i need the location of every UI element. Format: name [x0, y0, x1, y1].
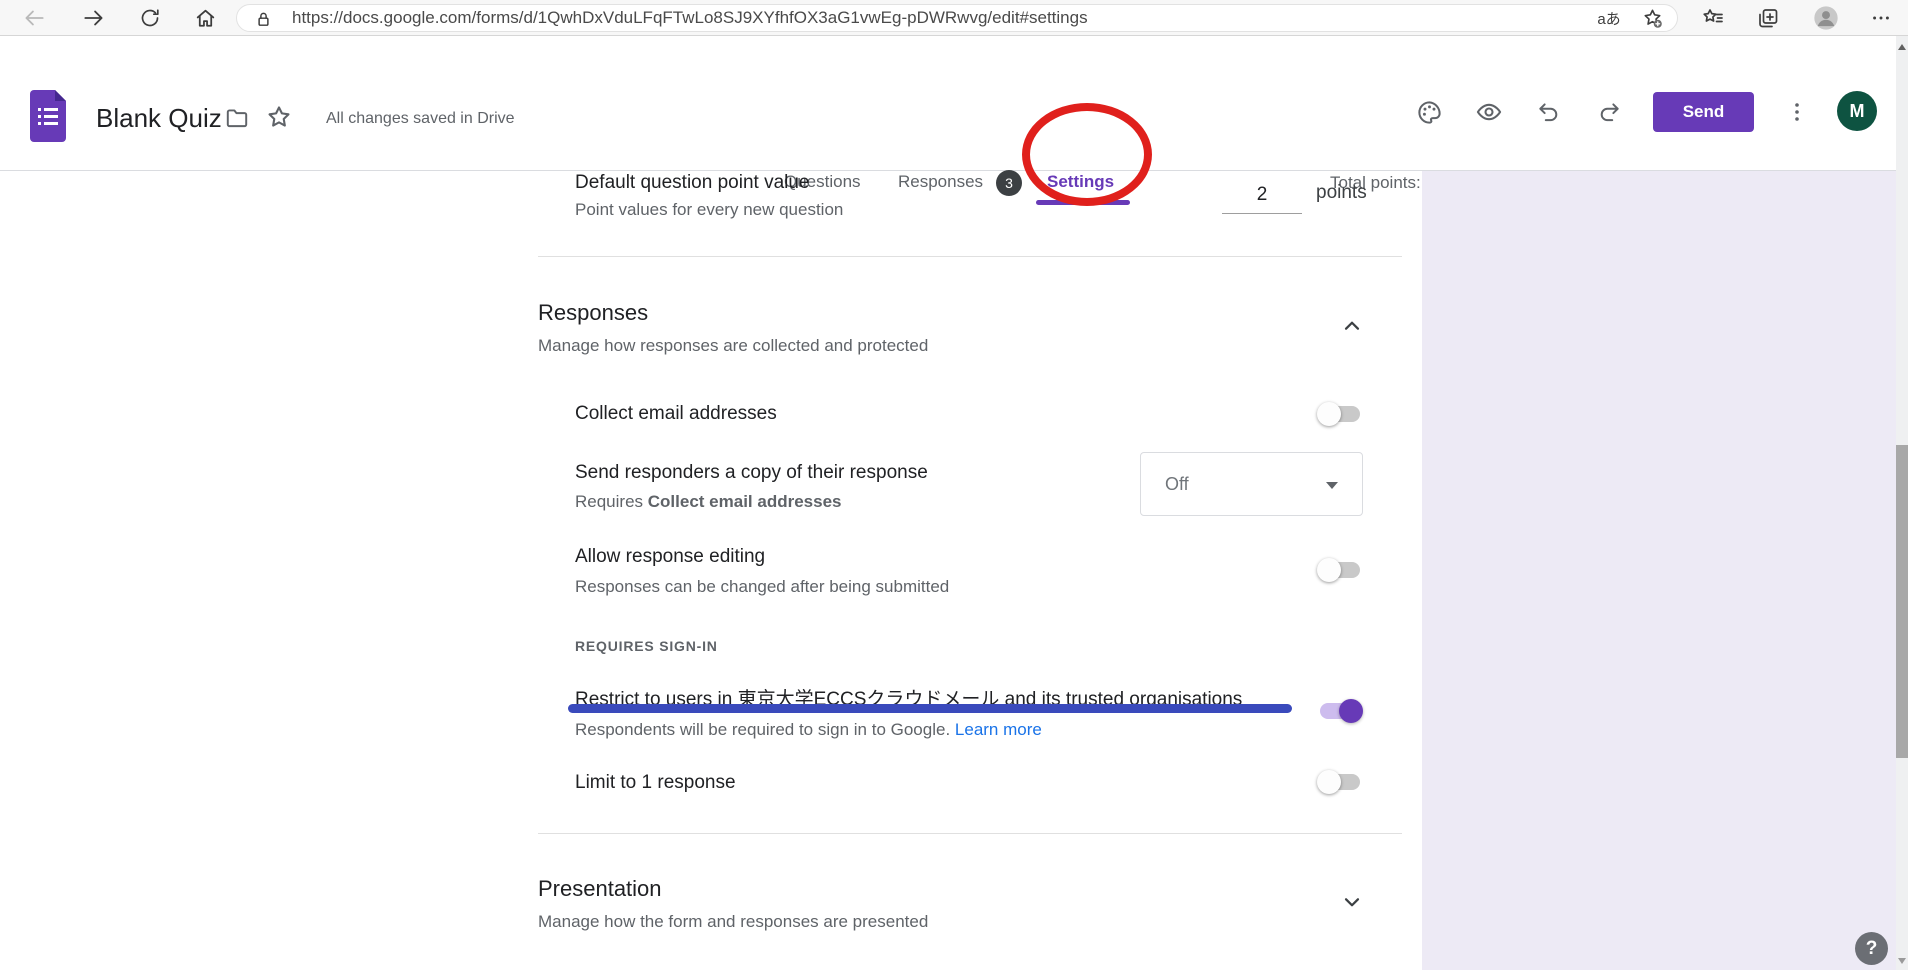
browser-add-favorite-button[interactable] — [1637, 3, 1667, 33]
collections-icon — [1756, 6, 1780, 30]
browser-toolbar: https://docs.google.com/forms/d/1QwhDxVd… — [0, 0, 1908, 36]
default-points-title: Default question point value — [575, 172, 810, 194]
document-title[interactable]: Blank Quiz — [96, 103, 222, 134]
favorites-list-icon — [1701, 6, 1725, 30]
star-form-button[interactable] — [264, 102, 294, 132]
points-value-input[interactable]: 2 — [1222, 178, 1302, 214]
kebab-menu-icon — [1785, 100, 1809, 124]
url-text[interactable]: https://docs.google.com/forms/d/1QwhDxVd… — [292, 8, 1088, 28]
lock-icon — [253, 9, 274, 30]
limit-one-toggle[interactable] — [1320, 774, 1360, 790]
default-points-subtitle: Point values for every new question — [575, 200, 843, 220]
tab-settings[interactable]: Settings — [1047, 172, 1114, 192]
expand-presentation-button[interactable] — [1339, 889, 1365, 915]
star-plus-icon — [1641, 7, 1664, 30]
background-panel — [1422, 171, 1896, 970]
folder-icon — [224, 105, 250, 131]
browser-profile-button[interactable] — [1811, 3, 1841, 33]
preview-button[interactable] — [1474, 97, 1504, 127]
settings-tab-underline — [1036, 200, 1130, 205]
profile-icon — [1812, 4, 1840, 32]
eye-icon — [1475, 98, 1503, 126]
move-to-folder-button[interactable] — [222, 103, 252, 133]
tab-responses[interactable]: Responses — [898, 172, 983, 192]
scroll-down-arrow-icon[interactable] — [1898, 958, 1906, 964]
requires-bold-text: Collect email addresses — [648, 492, 842, 511]
save-status-text: All changes saved in Drive — [326, 110, 515, 128]
star-icon — [265, 103, 293, 131]
dropdown-selected-value: Off — [1165, 474, 1189, 495]
points-unit-label: points — [1316, 182, 1367, 204]
more-options-button[interactable] — [1782, 97, 1812, 127]
presentation-section-subtitle: Manage how the form and responses are pr… — [538, 912, 928, 932]
chevron-up-icon — [1339, 313, 1365, 339]
undo-icon — [1536, 99, 1562, 125]
screen: https://docs.google.com/forms/d/1QwhDxVd… — [0, 0, 1908, 970]
scroll-up-arrow-icon[interactable] — [1898, 44, 1906, 50]
customize-theme-button[interactable] — [1414, 97, 1444, 127]
browser-refresh-button[interactable] — [135, 3, 165, 33]
restrict-users-title: Restrict to users in 東京大学ECCSクラウドメール and… — [575, 684, 1242, 711]
home-icon — [193, 6, 218, 31]
vertical-scrollbar[interactable] — [1896, 36, 1908, 970]
allow-editing-subtitle: Responses can be changed after being sub… — [575, 577, 949, 597]
refresh-icon — [138, 6, 162, 30]
browser-translate-button[interactable]: aあ — [1594, 3, 1624, 33]
redo-button[interactable] — [1594, 97, 1624, 127]
requires-signin-label: REQUIRES SIGN-IN — [575, 638, 718, 654]
back-arrow-icon — [21, 5, 47, 31]
translate-icon: aあ — [1597, 8, 1620, 29]
responses-section-subtitle: Manage how responses are collected and p… — [538, 336, 928, 356]
send-copy-dropdown[interactable]: Off — [1140, 452, 1363, 516]
responses-count-badge: 3 — [996, 170, 1022, 196]
restrict-users-toggle[interactable] — [1320, 703, 1360, 719]
restrict-users-subtitle: Respondents will be required to sign in … — [575, 720, 1042, 740]
browser-back-button[interactable] — [19, 3, 49, 33]
chevron-down-icon — [1339, 889, 1365, 915]
collect-email-title: Collect email addresses — [575, 403, 777, 425]
browser-collections-button[interactable] — [1753, 3, 1783, 33]
ellipsis-icon — [1870, 7, 1892, 29]
send-button[interactable]: Send — [1653, 92, 1754, 132]
palette-icon — [1416, 99, 1443, 126]
presentation-section-title: Presentation — [538, 876, 662, 902]
allow-editing-title: Allow response editing — [575, 546, 765, 568]
undo-button[interactable] — [1534, 97, 1564, 127]
account-avatar[interactable]: M — [1837, 91, 1877, 131]
send-copy-requires-text: Requires Collect email addresses — [575, 492, 841, 512]
browser-menu-button[interactable] — [1866, 3, 1896, 33]
divider — [538, 833, 1402, 834]
question-mark-icon: ? — [1866, 938, 1878, 960]
dropdown-caret-icon — [1326, 482, 1338, 489]
browser-home-button[interactable] — [190, 3, 220, 33]
forward-arrow-icon — [81, 5, 107, 31]
browser-forward-button[interactable] — [79, 3, 109, 33]
google-forms-logo-icon[interactable] — [30, 90, 66, 142]
forms-header: Blank Quiz All changes saved in Drive Se… — [0, 37, 1908, 171]
redo-icon — [1596, 99, 1622, 125]
divider — [538, 256, 1402, 257]
limit-one-title: Limit to 1 response — [575, 772, 736, 794]
collect-email-toggle[interactable] — [1320, 406, 1360, 422]
scrollbar-thumb[interactable] — [1896, 445, 1908, 758]
send-copy-title: Send responders a copy of their response — [575, 462, 928, 484]
collapse-responses-button[interactable] — [1339, 313, 1365, 339]
browser-favorites-bar-button[interactable] — [1698, 3, 1728, 33]
responses-section-title: Responses — [538, 300, 648, 326]
help-button[interactable]: ? — [1855, 932, 1888, 965]
allow-editing-toggle[interactable] — [1320, 562, 1360, 578]
learn-more-link[interactable]: Learn more — [955, 720, 1042, 739]
